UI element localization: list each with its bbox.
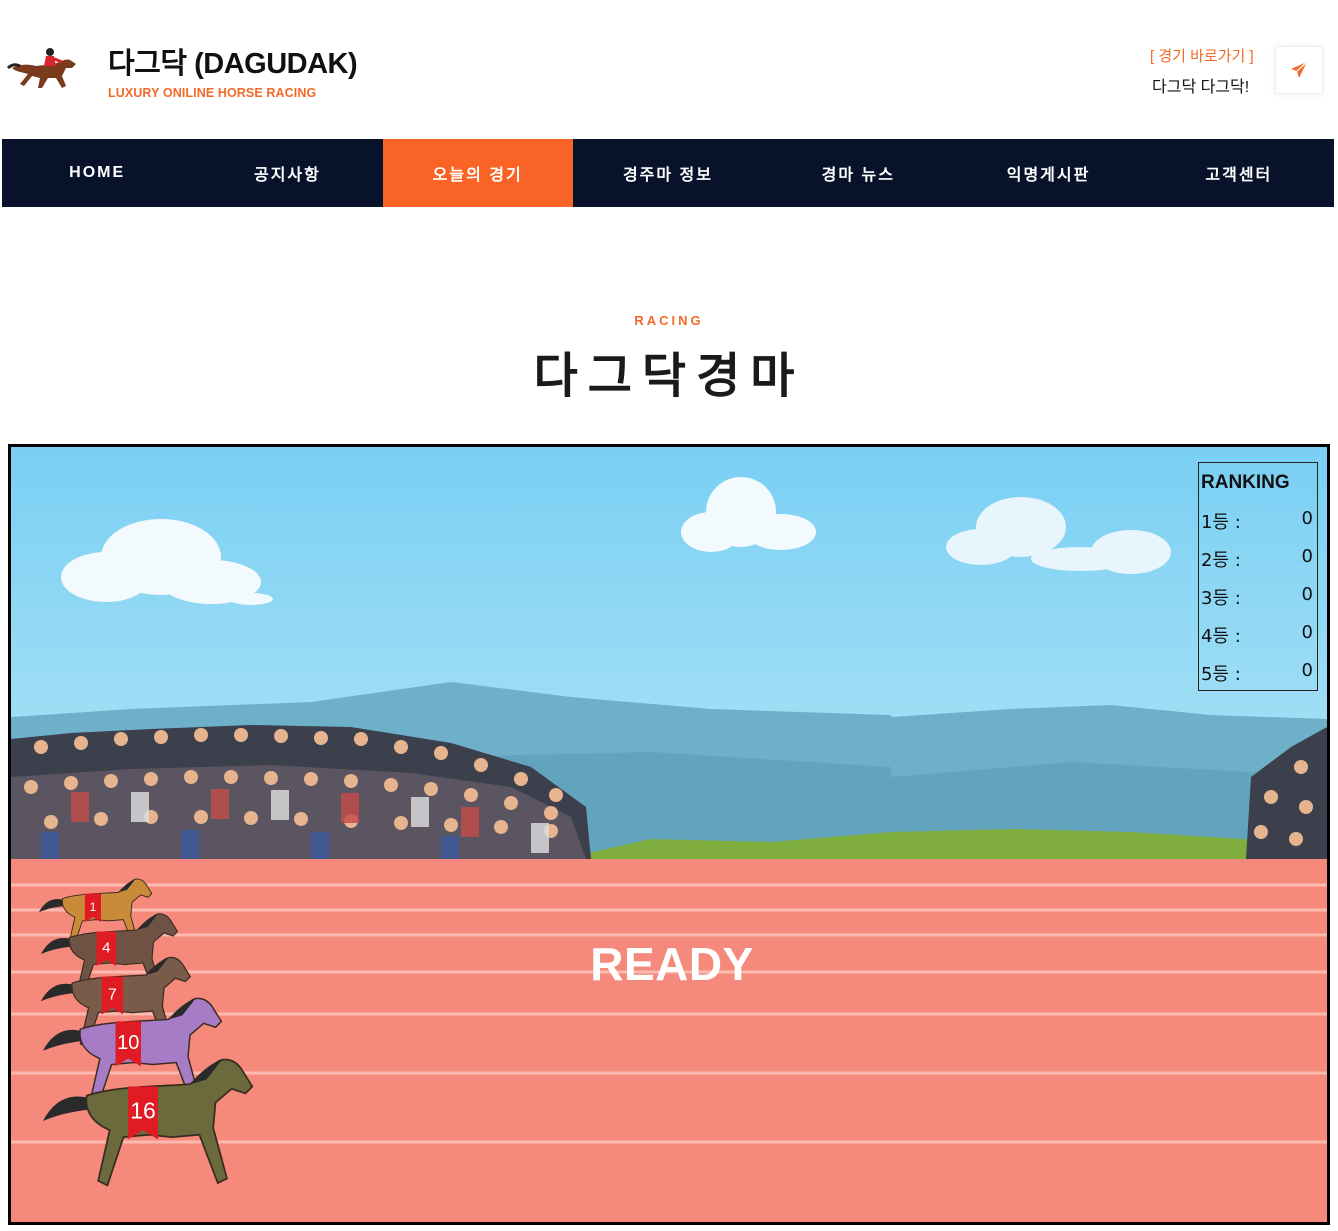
ranking-row-5: 5등 : 0 — [1199, 660, 1319, 698]
race-status-text: READY — [590, 938, 754, 990]
race-game-canvas[interactable]: 1 4 7 10 16 RANKING 1등 : 0 2등 : 0 3등 : 0 4등 … — [8, 444, 1330, 1225]
nav-item-home[interactable]: HOME — [2, 139, 192, 207]
rank-value: 0 — [1301, 584, 1313, 605]
horse-rider-logo-icon[interactable] — [6, 42, 82, 98]
section-title: 다그닥경마 — [533, 350, 805, 403]
paper-plane-icon — [1291, 61, 1308, 78]
brand-title[interactable]: 다그닥 (DAGUDAK) — [108, 40, 358, 82]
rank-value: 0 — [1301, 622, 1313, 643]
section-label: RACING — [634, 313, 704, 328]
race-shortcut-subtext: 다그닥 다그닥! — [1152, 79, 1250, 96]
rank-value: 0 — [1301, 546, 1313, 567]
ranking-row-2: 2등 : 0 — [1199, 546, 1319, 584]
ranking-title: RANKING — [1201, 472, 1290, 493]
nav-item-notice[interactable]: 공지사항 — [192, 139, 382, 207]
site-header: 다그닥 (DAGUDAK) LUXURY ONILINE HORSE RACIN… — [0, 0, 1338, 139]
ranking-row-1: 1등 : 0 — [1199, 508, 1319, 546]
nav-item-racing-news[interactable]: 경마 뉴스 — [763, 139, 953, 207]
rank-label: 3등 : — [1201, 588, 1241, 609]
send-button[interactable] — [1275, 46, 1323, 94]
rank-value: 0 — [1301, 508, 1313, 529]
nav-item-horse-info[interactable]: 경주마 정보 — [573, 139, 763, 207]
nav-item-customer-center[interactable]: 고객센터 — [1144, 139, 1334, 207]
rank-value: 0 — [1301, 660, 1313, 681]
horse-number-label: 10 — [117, 1032, 139, 1054]
ranking-panel: RANKING 1등 : 0 2등 : 0 3등 : 0 4등 : 0 5등 :… — [1198, 462, 1318, 691]
race-shortcut-link[interactable]: [ 경기 바로가기 ] — [1150, 45, 1254, 66]
rank-label: 4등 : — [1201, 626, 1241, 647]
ranking-row-4: 4등 : 0 — [1199, 622, 1319, 660]
rank-label: 5등 : — [1201, 664, 1241, 685]
horse-number-label: 16 — [130, 1098, 156, 1124]
nav-item-anonymous-board[interactable]: 익명게시판 — [953, 139, 1143, 207]
main-nav: HOME 공지사항 오늘의 경기 경주마 정보 경마 뉴스 익명게시판 고객센터 — [2, 139, 1334, 207]
brand-subtitle: LUXURY ONILINE HORSE RACING — [108, 86, 317, 100]
rank-label: 1등 : — [1201, 512, 1241, 533]
horse-number-label: 1 — [90, 900, 97, 914]
horses-layer: 1471016 — [39, 878, 254, 1187]
ranking-row-3: 3등 : 0 — [1199, 584, 1319, 622]
nav-item-todays-race[interactable]: 오늘의 경기 — [382, 139, 573, 207]
rank-label: 2등 : — [1201, 550, 1241, 571]
